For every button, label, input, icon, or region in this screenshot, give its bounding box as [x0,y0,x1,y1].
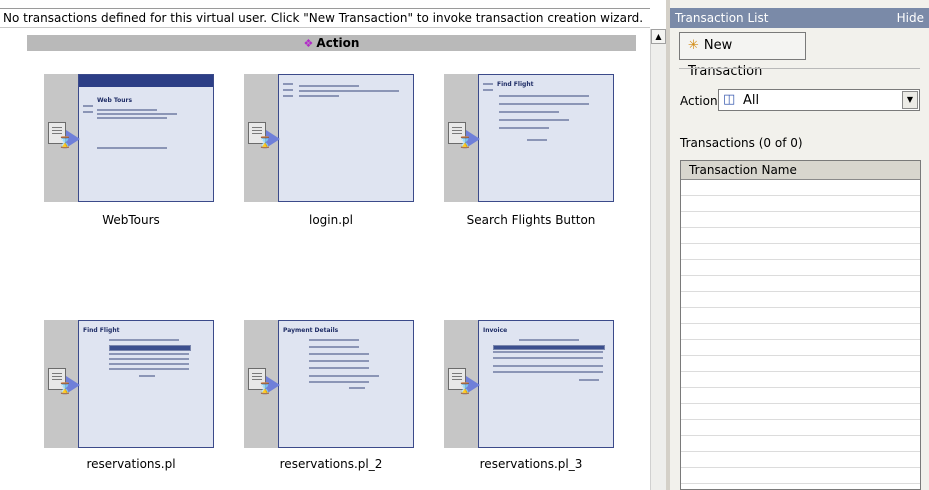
grid-header-transaction-name[interactable]: Transaction Name [681,161,920,180]
table-row[interactable] [681,484,920,489]
info-message: No transactions defined for this virtual… [0,8,650,28]
table-row[interactable] [681,212,920,228]
table-row[interactable] [681,292,920,308]
vertical-scrollbar[interactable]: ▲ [650,29,666,490]
page-snapshot [278,74,414,202]
hourglass-icon: ⌛ [258,136,272,149]
table-row[interactable] [681,420,920,436]
action-filter-label: Action: [680,94,722,108]
table-row[interactable] [681,180,920,196]
hourglass-icon: ⌛ [58,382,72,395]
table-row[interactable] [681,260,920,276]
transactions-grid[interactable]: Transaction Name [680,160,921,490]
action-icon: ❖ [303,37,314,50]
step-thumbnail-reservations-3[interactable]: Invoice ⌛ [444,320,618,448]
table-row[interactable] [681,372,920,388]
table-row[interactable] [681,340,920,356]
step-thumbnail-webtours[interactable]: Web Tours ⌛ [44,74,218,202]
script-canvas: ❖ Action Web Tours ⌛ WebTours ⌛ login.pl… [0,29,650,490]
action-header: ❖ Action [27,35,636,51]
step-thumbnail-reservations[interactable]: Find Flight ⌛ [44,320,218,448]
step-thumbnail-reservations-2[interactable]: Payment Details ⌛ [244,320,418,448]
step-label: reservations.pl_2 [279,457,383,471]
table-row[interactable] [681,388,920,404]
page-snapshot: Find Flight [478,74,614,202]
table-row[interactable] [681,452,920,468]
table-row[interactable] [681,228,920,244]
hide-link[interactable]: Hide [897,8,924,28]
table-row[interactable] [681,244,920,260]
action-header-label: Action [316,36,360,50]
step-thumbnail-login[interactable]: ⌛ [244,74,418,202]
table-row[interactable] [681,436,920,452]
scroll-up-button[interactable]: ▲ [651,29,666,44]
table-row[interactable] [681,468,920,484]
action-filter-value: All [743,93,760,108]
hourglass-icon: ⌛ [258,382,272,395]
table-row[interactable] [681,324,920,340]
table-row[interactable] [681,308,920,324]
action-filter-select[interactable]: ◫ All ▼ [718,89,920,111]
transactions-count: Transactions (0 of 0) [680,136,803,150]
hourglass-icon: ⌛ [58,136,72,149]
table-row[interactable] [681,404,920,420]
table-row[interactable] [681,196,920,212]
step-label: WebTours [102,213,160,227]
step-label: reservations.pl_3 [479,457,583,471]
actions-icon: ◫ [723,92,736,107]
chevron-down-icon[interactable]: ▼ [902,91,918,109]
step-label: login.pl [309,213,353,227]
top-strip [0,0,650,8]
table-row[interactable] [681,356,920,372]
separator [679,68,920,69]
page-snapshot: Invoice [478,320,614,448]
hourglass-icon: ⌛ [458,136,472,149]
pane-title: Transaction List [675,11,769,25]
step-thumbnail-search-flights[interactable]: Find Flight ⌛ [444,74,618,202]
page-snapshot: Payment Details [278,320,414,448]
step-label: Search Flights Button [466,213,596,227]
transaction-list-pane: Transaction List Hide ✳ New Transaction A… [670,0,929,490]
hourglass-icon: ⌛ [458,382,472,395]
new-transaction-button[interactable]: ✳ New Transaction [679,32,806,79]
step-label: reservations.pl [86,457,176,471]
page-snapshot: Find Flight [78,320,214,448]
new-transaction-label: New Transaction [688,38,763,79]
page-snapshot: Web Tours [78,74,214,202]
table-row[interactable] [681,276,920,292]
pane-title-bar: Transaction List Hide [670,8,929,28]
new-transaction-icon: ✳ [688,38,699,53]
